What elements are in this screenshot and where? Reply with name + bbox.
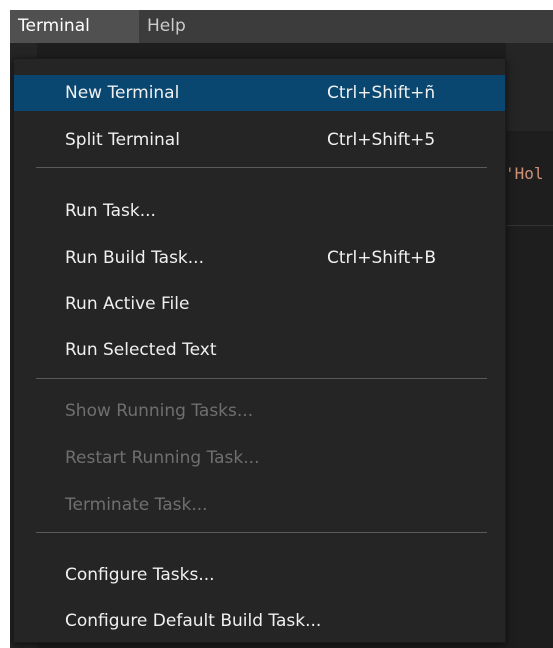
menu-item-run-active-file[interactable]: Run Active File bbox=[14, 286, 505, 322]
menu-item-label: Configure Default Build Task... bbox=[65, 611, 322, 631]
menu-item-new-terminal[interactable]: New Terminal Ctrl+Shift+ñ bbox=[14, 75, 505, 111]
menu-item-label: Split Terminal bbox=[65, 130, 180, 150]
menu-item-label: Run Selected Text bbox=[65, 340, 217, 360]
menu-item-label: New Terminal bbox=[65, 83, 180, 103]
menu-item-label: Run Active File bbox=[65, 294, 190, 314]
menubar-terminal[interactable]: Terminal bbox=[10, 10, 139, 43]
menu-separator bbox=[36, 378, 487, 379]
menu-item-label: Restart Running Task... bbox=[65, 448, 260, 468]
menu-separator bbox=[36, 167, 487, 168]
menubar-help[interactable]: Help bbox=[139, 10, 202, 43]
menu-item-split-terminal[interactable]: Split Terminal Ctrl+Shift+5 bbox=[14, 122, 505, 158]
menu-item-shortcut: Ctrl+Shift+B bbox=[327, 248, 437, 268]
menu-item-run-task[interactable]: Run Task... bbox=[14, 193, 505, 229]
menu-item-restart-running-task: Restart Running Task... bbox=[14, 440, 505, 476]
editor-window: 'Hol Terminal Help New Terminal Ctrl+Shi… bbox=[10, 10, 553, 648]
editor-tab-strip bbox=[506, 43, 553, 131]
terminal-menu: New Terminal Ctrl+Shift+ñ Split Terminal… bbox=[13, 58, 506, 643]
menu-item-label: Configure Tasks... bbox=[65, 565, 215, 585]
menu-item-shortcut: Ctrl+Shift+5 bbox=[327, 130, 436, 150]
menu-item-terminate-task: Terminate Task... bbox=[14, 487, 505, 523]
menu-bar: Terminal Help bbox=[10, 10, 553, 43]
menu-item-label: Run Task... bbox=[65, 201, 156, 221]
menu-item-run-selected-text[interactable]: Run Selected Text bbox=[14, 332, 505, 368]
editor-divider bbox=[506, 225, 553, 226]
menu-item-label: Run Build Task... bbox=[65, 248, 204, 268]
menu-item-shortcut: Ctrl+Shift+ñ bbox=[327, 83, 436, 103]
menu-separator bbox=[36, 532, 487, 533]
menu-item-label: Terminate Task... bbox=[65, 495, 208, 515]
code-fragment: 'Hol bbox=[505, 164, 544, 183]
menu-item-run-build-task[interactable]: Run Build Task... Ctrl+Shift+B bbox=[14, 240, 505, 276]
menu-item-configure-default-build-task[interactable]: Configure Default Build Task... bbox=[14, 603, 505, 639]
menu-item-show-running-tasks: Show Running Tasks... bbox=[14, 393, 505, 429]
menu-item-configure-tasks[interactable]: Configure Tasks... bbox=[14, 557, 505, 593]
menu-item-label: Show Running Tasks... bbox=[65, 401, 254, 421]
